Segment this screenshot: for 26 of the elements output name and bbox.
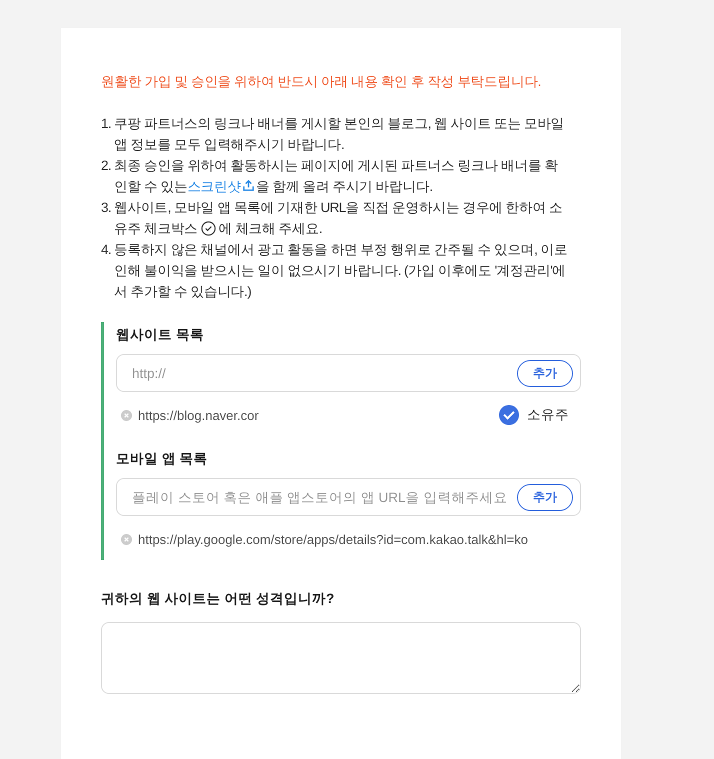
add-button[interactable]: 추가 — [517, 484, 573, 510]
list-number: 4. — [101, 241, 112, 259]
section-title: 모바일 앱 목록 — [116, 450, 209, 468]
screenshot-link[interactable]: 스크린샷 — [187, 179, 241, 194]
notice-text: 원활한 가입 및 승인을 위하여 반드시 아래 내용 확인 후 작성 부탁드립니다. — [101, 73, 542, 91]
url-text: https://play.google.com/store/apps/details?id=com.kakao.talk&hl=ko — [138, 532, 529, 546]
owner-label: 소유주 — [527, 406, 569, 424]
instruction-text: 등록하지 않은 채널에서 광고 활동을 하면 부정 행위로 간주될 수 있으며, 이로 인해 불이익을 받으시는 일이 없으시기 바랍니다. (가입 이후에도 '계정관리'에서 추가할 수 있습니다.) — [114, 241, 568, 301]
check-circle-icon — [200, 221, 216, 236]
url-field[interactable]: 플레이 스토어 혹은 애플 앱스토어의 앱 URL을 입력해주세요 추가 — [116, 478, 581, 516]
instruction-text: 웹사이트, 모바일 앱 목록에 기재한 URL을 직접 운영하시는 경우에 한하여 소유주 체크박스 에 체크해 주세요. — [114, 199, 564, 238]
remove-icon[interactable] — [121, 410, 132, 420]
question-label: 귀하의 웹 사이트는 어떤 성격입니까? — [101, 590, 336, 608]
list-number: 3. — [101, 199, 112, 217]
instruction-text: 최종 승인을 위하여 활동하시는 페이지에 게시된 파트너스 링크나 배너를 확인할 수 있는스크린샷 을 함께 올려 주시기 바랍니다. — [114, 157, 559, 196]
owner-checkbox[interactable] — [499, 405, 519, 425]
url-text: https://blog.naver.cor — [138, 408, 260, 422]
add-button[interactable]: 추가 — [517, 360, 573, 386]
list-number: 1. — [101, 115, 112, 133]
url-field[interactable]: http:// 추가 — [116, 354, 581, 392]
upload-icon — [242, 179, 255, 192]
remove-icon[interactable] — [121, 534, 132, 544]
list-number: 2. — [101, 157, 112, 175]
instruction-text: 쿠팡 파트너스의 링크나 배너를 게시할 본인의 블로그, 웹 사이트 또는 모바일 앱 정보를 모두 입력해주시기 바랍니다. — [114, 115, 566, 154]
section-title: 웹사이트 목록 — [116, 326, 205, 344]
answer-box[interactable] — [101, 622, 581, 694]
